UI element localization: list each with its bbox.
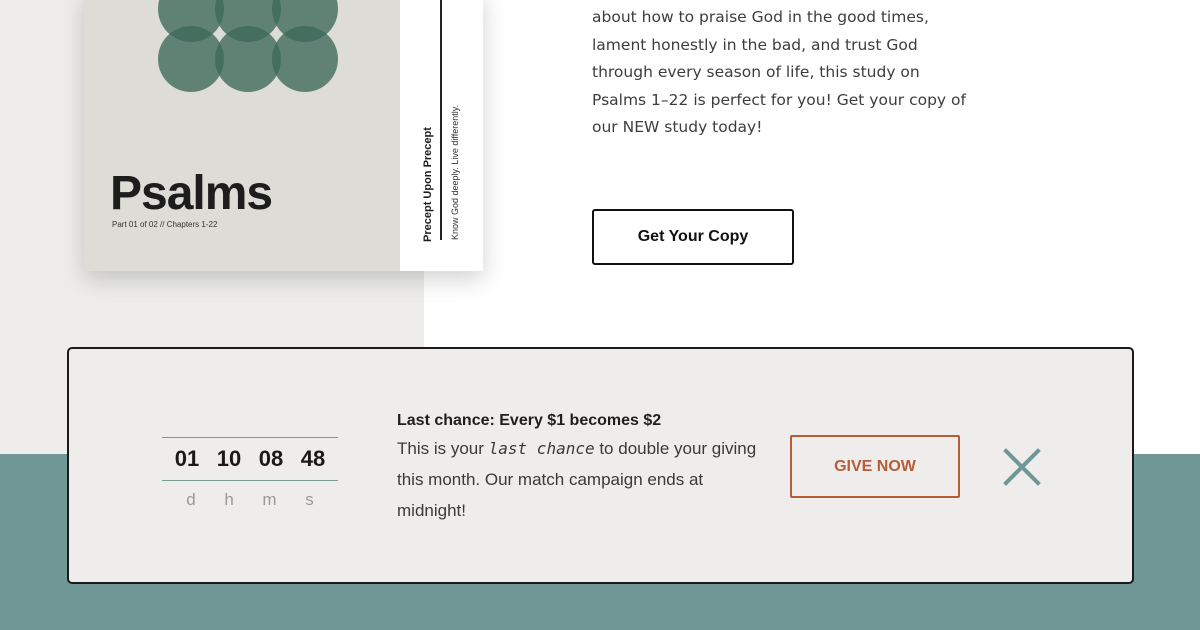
unit-hours: h bbox=[224, 490, 234, 509]
promo-line: about how to praise God in the good time… bbox=[592, 8, 929, 26]
banner-body-emphasis: last chance bbox=[488, 439, 595, 458]
promo-line: Psalms 1–22 is perfect for you! Get your… bbox=[592, 90, 966, 109]
unit-days: d bbox=[186, 490, 196, 509]
countdown-days: 01 bbox=[174, 446, 200, 471]
promo-line: through every season of life, this study… bbox=[592, 63, 920, 81]
countdown-units: d h m s bbox=[162, 481, 338, 519]
book-title: Psalms bbox=[110, 167, 273, 220]
give-now-button[interactable]: GIVE NOW bbox=[790, 435, 960, 498]
banner-message: Last chance: Every $1 becomes $2 This is… bbox=[397, 409, 757, 526]
cover-circle bbox=[272, 26, 338, 92]
get-your-copy-button[interactable]: Get Your Copy bbox=[592, 209, 794, 265]
banner-body: This is your last chance to double your … bbox=[397, 433, 757, 526]
promo-line: lament honestly in the bad, and trust Go… bbox=[592, 35, 918, 54]
close-x-icon[interactable] bbox=[1003, 448, 1041, 486]
countdown-seconds: 48 bbox=[300, 446, 326, 471]
promo-line: our NEW study today! bbox=[592, 118, 763, 136]
unit-seconds: s bbox=[305, 490, 314, 509]
countdown-timer: 01 10 08 48 d h m s bbox=[162, 437, 338, 519]
promo-description: about how to praise God in the good time… bbox=[592, 4, 1002, 142]
close-x-icon-graphic bbox=[1003, 448, 1041, 486]
spine-title: Precept Upon Precept bbox=[422, 127, 434, 242]
book-spine bbox=[400, 0, 483, 271]
banner-headline: Last chance: Every $1 becomes $2 bbox=[397, 412, 662, 429]
spine-tagline: Know God deeply. Live differently. bbox=[450, 104, 460, 240]
countdown-minutes: 08 bbox=[258, 446, 284, 471]
spine-divider bbox=[440, 0, 442, 240]
donation-banner: 01 10 08 48 d h m s Last chance: Every $… bbox=[67, 347, 1134, 584]
countdown-values: 01 10 08 48 bbox=[162, 438, 338, 480]
unit-minutes: m bbox=[262, 490, 277, 509]
countdown-hours: 10 bbox=[216, 446, 242, 471]
book-subtitle: Part 01 of 02 // Chapters 1-22 bbox=[112, 220, 218, 229]
book-cover-image: Psalms Part 01 of 02 // Chapters 1-22 Pr… bbox=[84, 0, 483, 271]
banner-body-start: This is your bbox=[397, 439, 489, 458]
